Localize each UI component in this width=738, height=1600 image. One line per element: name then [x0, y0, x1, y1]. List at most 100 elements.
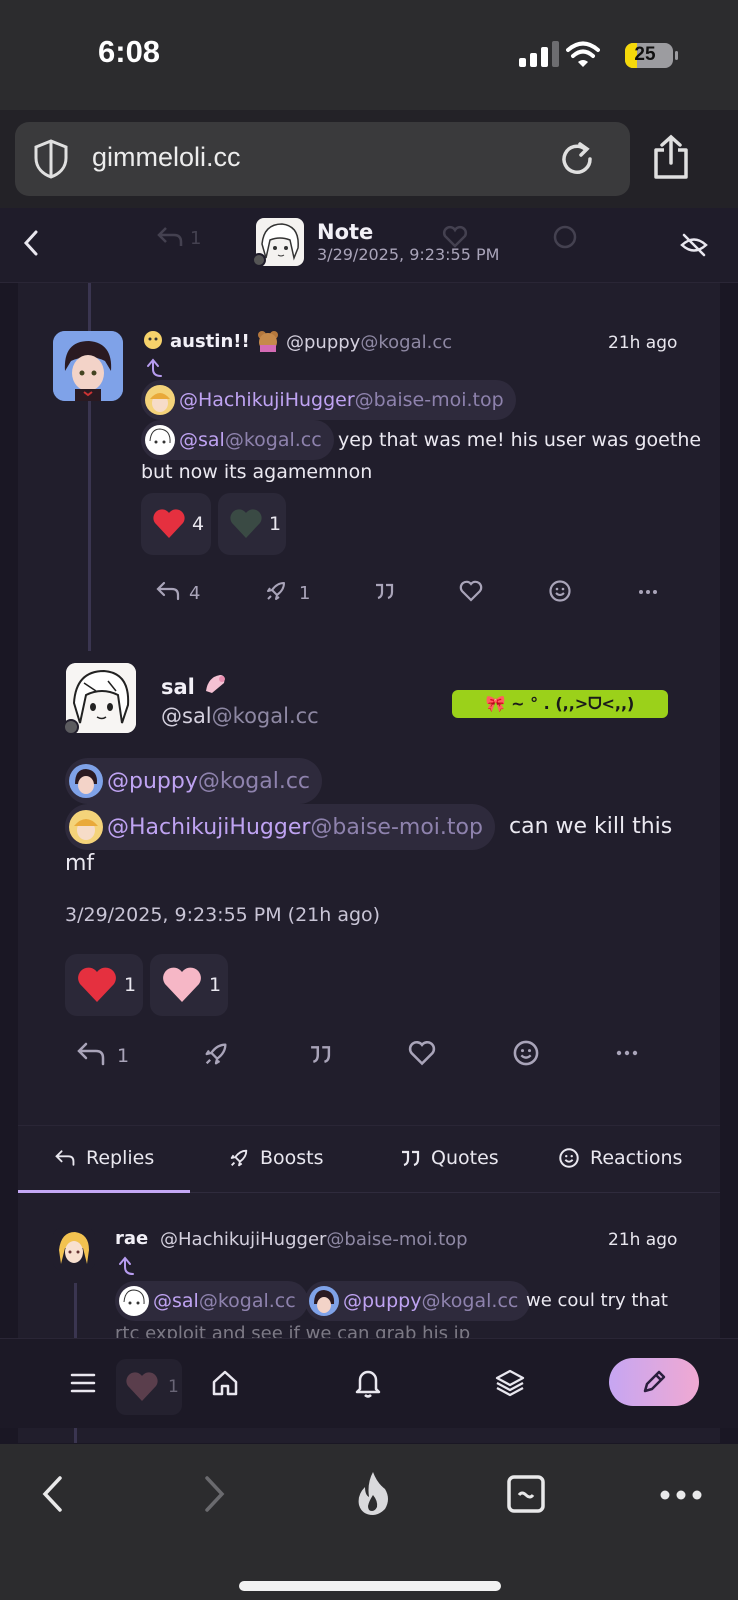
mention-sal[interactable]: @sal @kogal.cc	[115, 1281, 308, 1321]
reply-arrow-icon	[147, 358, 162, 377]
display-name[interactable]: rae	[115, 1228, 148, 1249]
note-time[interactable]: 21h ago	[608, 1230, 677, 1250]
heart-icon	[126, 1372, 158, 1401]
reaction-pink-heart[interactable]: 1	[150, 954, 228, 1016]
layers-icon[interactable]	[495, 1368, 525, 1398]
more-icon[interactable]	[616, 1050, 638, 1056]
pink-heart-icon	[163, 967, 201, 1002]
active-tab-indicator	[18, 1190, 190, 1193]
reply-arrow-icon	[119, 1256, 134, 1275]
quote-icon[interactable]	[373, 582, 395, 600]
red-heart-icon	[78, 967, 116, 1002]
rocket-icon	[230, 1149, 248, 1167]
username[interactable]: @sal@kogal.cc	[161, 704, 319, 728]
tab-replies[interactable]: Replies	[54, 1147, 154, 1169]
reaction-red-heart[interactable]: 1	[65, 954, 143, 1016]
battery-indicator: 25	[625, 43, 673, 68]
smile-icon[interactable]	[512, 1039, 540, 1067]
reply-count: 4	[189, 583, 201, 604]
username[interactable]: @puppy@kogal.cc	[286, 332, 452, 353]
quote-icon[interactable]	[307, 1044, 333, 1064]
reply-icon	[157, 227, 183, 246]
tabs-icon[interactable]	[506, 1474, 546, 1514]
flame-icon[interactable]	[353, 1469, 393, 1517]
page-subtitle: 3/29/2025, 9:23:55 PM	[317, 245, 500, 264]
web-app: 1 Note 3/29/2025, 9:23:55 PM austin!! @p…	[0, 208, 738, 1444]
address-bar[interactable]: gimmeloli.cc	[15, 122, 630, 196]
mention-puppy[interactable]: @puppy @kogal.cc	[65, 758, 323, 804]
mention-puppy[interactable]: @puppy @kogal.cc	[305, 1281, 531, 1321]
online-dot	[252, 253, 266, 267]
heart-icon[interactable]	[408, 1040, 436, 1066]
share-icon[interactable]	[651, 134, 691, 180]
tab-quotes[interactable]: Quotes	[399, 1147, 499, 1169]
reload-icon[interactable]	[556, 138, 598, 180]
note-timestamp[interactable]: 3/29/2025, 9:23:55 PM (21h ago)	[65, 904, 380, 926]
note-text-line2: but now its agamemnon	[141, 461, 373, 483]
note-card: austin!! @puppy@kogal.cc 21h ago @Hachik…	[18, 283, 720, 1443]
page-header: 1 Note 3/29/2025, 9:23:55 PM	[0, 208, 738, 283]
more-icon[interactable]	[660, 1490, 702, 1500]
safari-toolbar	[0, 1444, 738, 1600]
rocket-icon[interactable]	[202, 1040, 230, 1068]
rocket-icon[interactable]	[264, 579, 288, 603]
red-heart-icon	[153, 509, 185, 538]
mention-sal[interactable]: @sal @kogal.cc	[141, 420, 334, 460]
mention-avatar	[145, 385, 175, 415]
dark-heart-icon	[230, 509, 262, 538]
tab-reactions[interactable]: Reactions	[558, 1147, 682, 1169]
mention-hachikuji[interactable]: @HachikujiHugger @baise-moi.top	[65, 804, 495, 850]
custom-emoji-icon	[202, 671, 230, 697]
smile-icon	[559, 1148, 579, 1168]
note-time[interactable]: 21h ago	[608, 333, 677, 353]
bell-icon[interactable]	[354, 1368, 382, 1398]
puppy-avatar[interactable]	[53, 331, 123, 401]
profile-banner-badge: 🎀 ~ ° . (,,>ᗜ<,,)	[452, 690, 668, 718]
mention-avatar	[69, 764, 103, 798]
mention-avatar	[309, 1286, 339, 1316]
smile-icon[interactable]	[548, 579, 572, 603]
quote-icon	[402, 1150, 420, 1167]
smile-icon	[553, 225, 577, 249]
eye-off-icon[interactable]	[679, 230, 709, 260]
pencil-icon	[643, 1370, 666, 1393]
rae-avatar[interactable]	[53, 1228, 95, 1270]
note-text: we coul try that	[526, 1290, 668, 1311]
custom-emoji-icon	[142, 329, 164, 351]
reaction-red-heart[interactable]: 4	[141, 493, 211, 555]
heart-icon[interactable]	[459, 580, 483, 602]
tab-boosts[interactable]: Boosts	[228, 1147, 324, 1169]
wifi-icon	[566, 41, 600, 67]
home-icon[interactable]	[211, 1369, 239, 1397]
display-name[interactable]: austin!!	[170, 331, 250, 352]
bear-emoji-icon	[256, 329, 280, 353]
page-title: Note	[317, 220, 374, 244]
url-text[interactable]: gimmeloli.cc	[92, 142, 241, 173]
note-text: can we kill this	[509, 814, 673, 839]
mention-avatar	[69, 810, 103, 844]
reply-icon[interactable]	[76, 1041, 106, 1067]
menu-icon[interactable]	[70, 1372, 96, 1394]
home-indicator	[239, 1581, 501, 1591]
display-name[interactable]: sal	[161, 675, 195, 699]
reaction-green-heart[interactable]: 1	[218, 493, 286, 555]
status-dot	[63, 719, 79, 735]
username[interactable]: @HachikujiHugger@baise-moi.top	[160, 1229, 468, 1250]
mention-avatar	[145, 425, 175, 455]
reply-count: 1	[117, 1045, 130, 1067]
reply-reaction-peek[interactable]: 1	[116, 1359, 182, 1415]
back-icon[interactable]	[20, 228, 42, 258]
mention-hachikuji[interactable]: @HachikujiHugger @baise-moi.top	[141, 380, 516, 420]
boost-count: 1	[299, 583, 311, 604]
bottom-nav: 1	[0, 1338, 738, 1428]
ios-status-bar: 6:08 25	[0, 0, 738, 110]
reply-icon[interactable]	[155, 580, 181, 602]
compose-button[interactable]	[609, 1358, 699, 1406]
reply-icon	[55, 1150, 75, 1166]
mention-avatar	[119, 1286, 149, 1316]
note-text-line2: mf	[65, 851, 95, 876]
note-text: yep that was me! his user was goethe	[338, 429, 702, 451]
shield-icon	[34, 139, 68, 179]
more-icon[interactable]	[638, 589, 658, 595]
browser-back-icon[interactable]	[40, 1475, 64, 1513]
